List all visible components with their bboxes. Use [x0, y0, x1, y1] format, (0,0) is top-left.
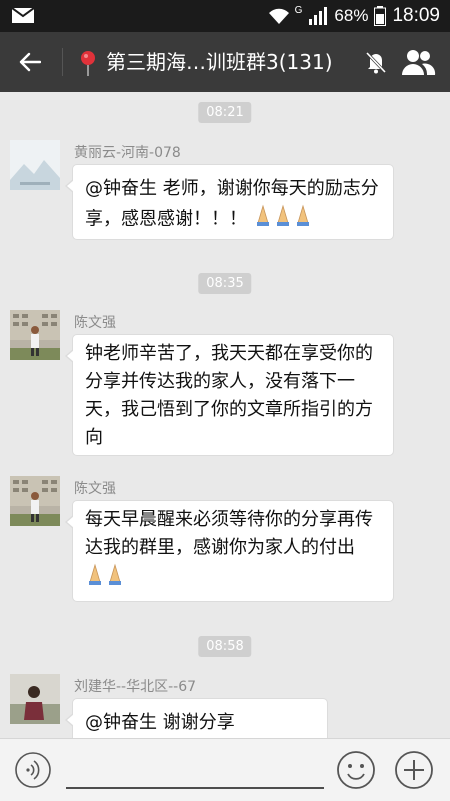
- network-type: G: [294, 4, 303, 16]
- landscape-avatar-icon: [10, 140, 60, 190]
- back-arrow-icon: [19, 52, 41, 72]
- status-bar: G 68% 18:09: [0, 0, 450, 32]
- message-text: 钟老师辛苦了，我天天都在享受你的分享并传达我的家人，没有落下一天，我己悟到了你的…: [85, 343, 373, 448]
- sender-name: 陈文强: [74, 315, 116, 331]
- person-building-avatar-icon: [10, 310, 60, 360]
- plus-icon[interactable]: [394, 750, 434, 790]
- person-building-avatar-icon: [10, 476, 60, 526]
- clock: 18:09: [392, 5, 440, 26]
- sender-name: 陈文强: [74, 481, 116, 497]
- avatar[interactable]: [10, 310, 60, 360]
- back-button[interactable]: [14, 46, 46, 78]
- time-stamp: 08:35: [198, 273, 252, 294]
- time-stamp: 08:21: [198, 102, 252, 123]
- message-bubble[interactable]: @钟奋生 谢谢分享: [65, 698, 328, 738]
- battery-icon: [374, 6, 387, 26]
- folded-hands-emoji: [85, 562, 125, 595]
- mail-icon: [12, 8, 34, 23]
- sender-name: 刘建华--华北区--67: [74, 679, 197, 695]
- divider: [62, 48, 63, 76]
- pin-icon: [81, 51, 95, 76]
- time-stamp: 08:58: [198, 636, 252, 657]
- voice-input-icon[interactable]: [14, 751, 52, 789]
- message-bubble[interactable]: @钟奋生 老师，谢谢你每天的励志分享，感恩感谢！！！: [65, 164, 394, 240]
- message-text: @钟奋生 谢谢分享: [85, 712, 235, 733]
- avatar[interactable]: [10, 476, 60, 526]
- avatar[interactable]: [10, 140, 60, 190]
- folded-hands-emoji: [253, 203, 313, 236]
- message-bubble[interactable]: 钟老师辛苦了，我天天都在享受你的分享并传达我的家人，没有落下一天，我己悟到了你的…: [65, 334, 394, 456]
- message-input[interactable]: [66, 787, 324, 789]
- sender-name: 黄丽云-河南-078: [74, 145, 181, 161]
- battery-percent: 68%: [334, 6, 369, 25]
- title-bar: 第三期海…训班群3(131): [0, 32, 450, 92]
- input-bar: [0, 738, 450, 801]
- person-photo-avatar-icon: [10, 674, 60, 724]
- avatar[interactable]: [10, 674, 60, 724]
- chat-area[interactable]: 08:21 黄丽云-河南-078 @钟奋生 老师，谢谢你每天的励志分享，感恩感谢…: [0, 92, 450, 738]
- group-members-icon[interactable]: [400, 47, 436, 77]
- message-bubble[interactable]: 每天早晨醒来必须等待你的分享再传达我的群里，感谢你为家人的付出: [65, 500, 394, 602]
- mute-notifications-icon[interactable]: [362, 48, 390, 76]
- message-text: @钟奋生 老师，谢谢你每天的励志分享，感恩感谢！！！: [85, 178, 379, 230]
- message-text: 每天早晨醒来必须等待你的分享再传达我的群里，感谢你为家人的付出: [85, 509, 373, 558]
- signal-icon: [309, 7, 328, 25]
- emoji-icon[interactable]: [336, 750, 376, 790]
- wifi-icon: [268, 8, 289, 24]
- chat-title: 第三期海…训班群3(131): [106, 50, 333, 74]
